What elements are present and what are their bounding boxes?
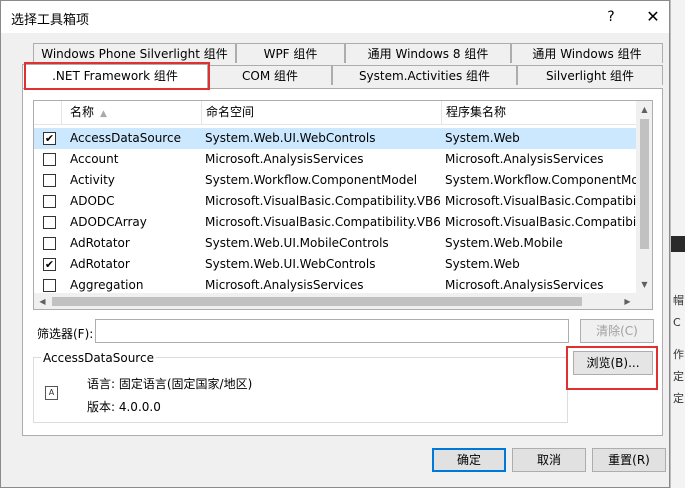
item-assembly: Microsoft.AnalysisServices <box>445 152 604 166</box>
tab-windows-phone-silverlight[interactable]: Windows Phone Silverlight 组件 <box>33 43 236 63</box>
item-name: AccessDataSource <box>70 131 181 145</box>
reset-button[interactable]: 重置(R) <box>592 448 666 472</box>
filter-label: 筛选器(F): <box>37 327 94 341</box>
background-window-strip: 帽 C 作 定 定 <box>670 0 685 488</box>
item-name: Account <box>70 152 119 166</box>
clear-button[interactable]: 清除(C) <box>580 319 654 343</box>
item-checkbox[interactable] <box>43 216 56 229</box>
close-icon[interactable]: ✕ <box>641 5 665 29</box>
background-text: 作 <box>673 348 684 361</box>
tab-silverlight[interactable]: Silverlight 组件 <box>517 65 663 85</box>
list-item[interactable]: ADODC Microsoft.VisualBasic.Compatibilit… <box>34 191 636 212</box>
list-item[interactable]: ✔ AdRotator System.Web.UI.WebControls Sy… <box>34 254 636 275</box>
tab-wpf[interactable]: WPF 组件 <box>236 43 345 63</box>
tab-system-activities[interactable]: System.Activities 组件 <box>332 65 517 85</box>
scroll-left-icon[interactable]: ◀ <box>34 293 51 309</box>
list-item[interactable]: AdRotator System.Web.UI.MobileControls S… <box>34 233 636 254</box>
background-text: C <box>673 316 681 329</box>
item-assembly: System.Web <box>445 257 520 271</box>
item-checkbox[interactable] <box>43 195 56 208</box>
item-checkbox[interactable]: ✔ <box>43 258 56 271</box>
scroll-down-icon[interactable]: ▼ <box>636 276 652 293</box>
item-assembly: Microsoft.VisualBasic.Compatibili <box>445 194 636 208</box>
item-namespace: Microsoft.VisualBasic.Compatibility.VB6 <box>205 215 440 229</box>
ok-button[interactable]: 确定 <box>432 448 506 472</box>
title-bar: 选择工具箱项 ? ✕ <box>1 1 669 33</box>
header-namespace[interactable]: 命名空间 <box>202 101 442 124</box>
item-checkbox[interactable]: ✔ <box>43 132 56 145</box>
scroll-up-icon[interactable]: ▲ <box>636 101 652 118</box>
help-button[interactable]: ? <box>599 5 623 29</box>
header-assembly[interactable]: 程序集名称 <box>442 101 636 124</box>
filter-input[interactable] <box>95 319 569 343</box>
item-assembly: System.Workflow.ComponentMo <box>445 173 636 187</box>
tab-universal-windows-8[interactable]: 通用 Windows 8 组件 <box>345 43 511 63</box>
item-name: ADODCArray <box>70 215 147 229</box>
list-item[interactable]: Account Microsoft.AnalysisServices Micro… <box>34 149 636 170</box>
horizontal-scroll-thumb[interactable] <box>52 297 582 306</box>
scrollbar-corner <box>636 293 652 309</box>
scroll-right-icon[interactable]: ▶ <box>619 293 636 309</box>
header-checkbox-col <box>34 101 62 124</box>
tab-com[interactable]: COM 组件 <box>208 65 332 85</box>
item-checkbox[interactable] <box>43 174 56 187</box>
sort-ascending-icon: ▲ <box>100 109 107 119</box>
item-name: AdRotator <box>70 257 130 271</box>
header-name[interactable]: 名称 ▲ <box>62 101 202 124</box>
horizontal-scrollbar[interactable]: ◀ ▶ <box>34 293 636 309</box>
browse-button[interactable]: 浏览(B)... <box>573 351 653 375</box>
item-name: Activity <box>70 173 115 187</box>
language-info: 语言: 固定语言(固定国家/地区) <box>87 377 253 391</box>
list-item[interactable]: Activity System.Workflow.ComponentModel … <box>34 170 636 191</box>
dialog-title: 选择工具箱项 <box>11 13 90 28</box>
details-title: AccessDataSource <box>41 351 156 365</box>
vertical-scroll-thumb[interactable] <box>640 119 649 249</box>
item-assembly: System.Web.Mobile <box>445 236 563 250</box>
background-dark-block <box>671 236 685 252</box>
tab-universal-windows[interactable]: 通用 Windows 组件 <box>511 43 663 63</box>
list-item[interactable]: ✔ AccessDataSource System.Web.UI.WebCont… <box>34 128 636 149</box>
item-namespace: System.Web.UI.MobileControls <box>205 236 389 250</box>
background-text: 定 <box>673 392 684 405</box>
list-header: 名称 ▲ 命名空间 程序集名称 <box>34 101 636 125</box>
tab-net-framework[interactable]: .NET Framework 组件 <box>22 64 208 89</box>
components-list[interactable]: 名称 ▲ 命名空间 程序集名称 ✔ AccessDataSource System… <box>33 100 653 310</box>
item-namespace: System.Web.UI.WebControls <box>205 257 376 271</box>
choose-toolbox-items-dialog: 选择工具箱项 ? ✕ Windows Phone Silverlight 组件 … <box>0 0 670 488</box>
cancel-button[interactable]: 取消 <box>512 448 586 472</box>
item-checkbox[interactable] <box>43 279 56 292</box>
background-text: 帽 <box>673 294 684 307</box>
item-checkbox[interactable] <box>43 237 56 250</box>
item-checkbox[interactable] <box>43 153 56 166</box>
item-namespace: Microsoft.VisualBasic.Compatibility.VB6 <box>205 194 440 208</box>
list-item[interactable]: ADODCArray Microsoft.VisualBasic.Compati… <box>34 212 636 233</box>
background-text: 定 <box>673 370 684 383</box>
item-namespace: System.Workflow.ComponentModel <box>205 173 418 187</box>
item-name: ADODC <box>70 194 115 208</box>
item-name: AdRotator <box>70 236 130 250</box>
header-name-label: 名称 <box>70 105 95 119</box>
item-assembly: System.Web <box>445 131 520 145</box>
item-assembly: Microsoft.VisualBasic.Compatibili <box>445 215 636 229</box>
vertical-scrollbar[interactable]: ▲ ▼ <box>636 101 652 293</box>
item-namespace: System.Web.UI.WebControls <box>205 131 376 145</box>
assembly-icon: A <box>45 386 58 400</box>
item-namespace: Microsoft.AnalysisServices <box>205 152 364 166</box>
version-info: 版本: 4.0.0.0 <box>87 400 161 414</box>
